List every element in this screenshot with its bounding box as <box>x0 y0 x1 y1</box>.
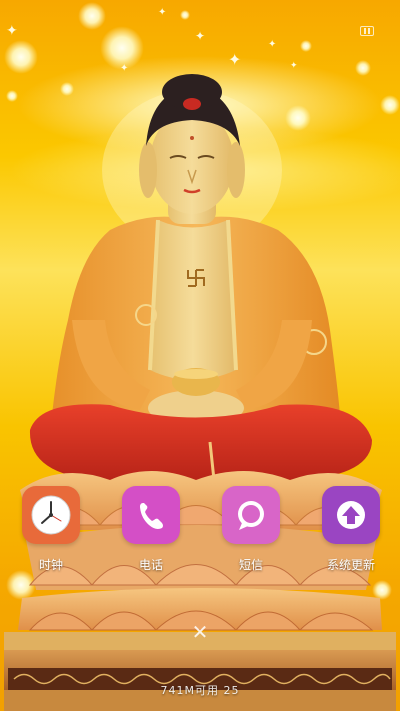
star: ✦ <box>228 50 242 69</box>
star: ✦ <box>195 29 206 43</box>
app-system-update[interactable]: 系统更新 <box>311 486 391 573</box>
app-grid: 时钟 电话 短信 系统更新 <box>0 486 400 576</box>
app-icon-clock[interactable] <box>22 486 80 544</box>
app-icon-messages[interactable] <box>222 486 280 544</box>
upload-arrow-icon <box>337 501 365 529</box>
app-clock[interactable]: 时钟 <box>11 486 91 573</box>
star: ✦ <box>6 23 18 39</box>
sparkle <box>180 10 190 20</box>
message-icon <box>238 501 264 530</box>
app-label: 系统更新 <box>326 558 375 572</box>
app-icon-phone[interactable] <box>122 486 180 544</box>
app-label: 时钟 <box>38 558 63 572</box>
app-phone[interactable]: 电话 <box>111 486 191 573</box>
sparkle <box>4 40 38 74</box>
sparkle <box>78 2 106 30</box>
star: ✦ <box>268 39 277 50</box>
app-label: 电话 <box>138 558 163 572</box>
app-messages[interactable]: 短信 <box>211 486 291 573</box>
clock-icon <box>31 495 71 535</box>
clean-memory-button[interactable]: ✕ <box>188 620 212 644</box>
close-icon: ✕ <box>191 620 209 644</box>
status-indicator-icon <box>360 26 374 36</box>
app-label: 短信 <box>238 558 263 572</box>
buddha-figure <box>4 74 396 711</box>
app-icon-system-update[interactable] <box>322 486 380 544</box>
sparkle <box>300 40 312 52</box>
memory-info: 741M可用 25 <box>160 684 240 697</box>
phone-icon <box>140 503 163 529</box>
star: ✦ <box>158 7 167 18</box>
